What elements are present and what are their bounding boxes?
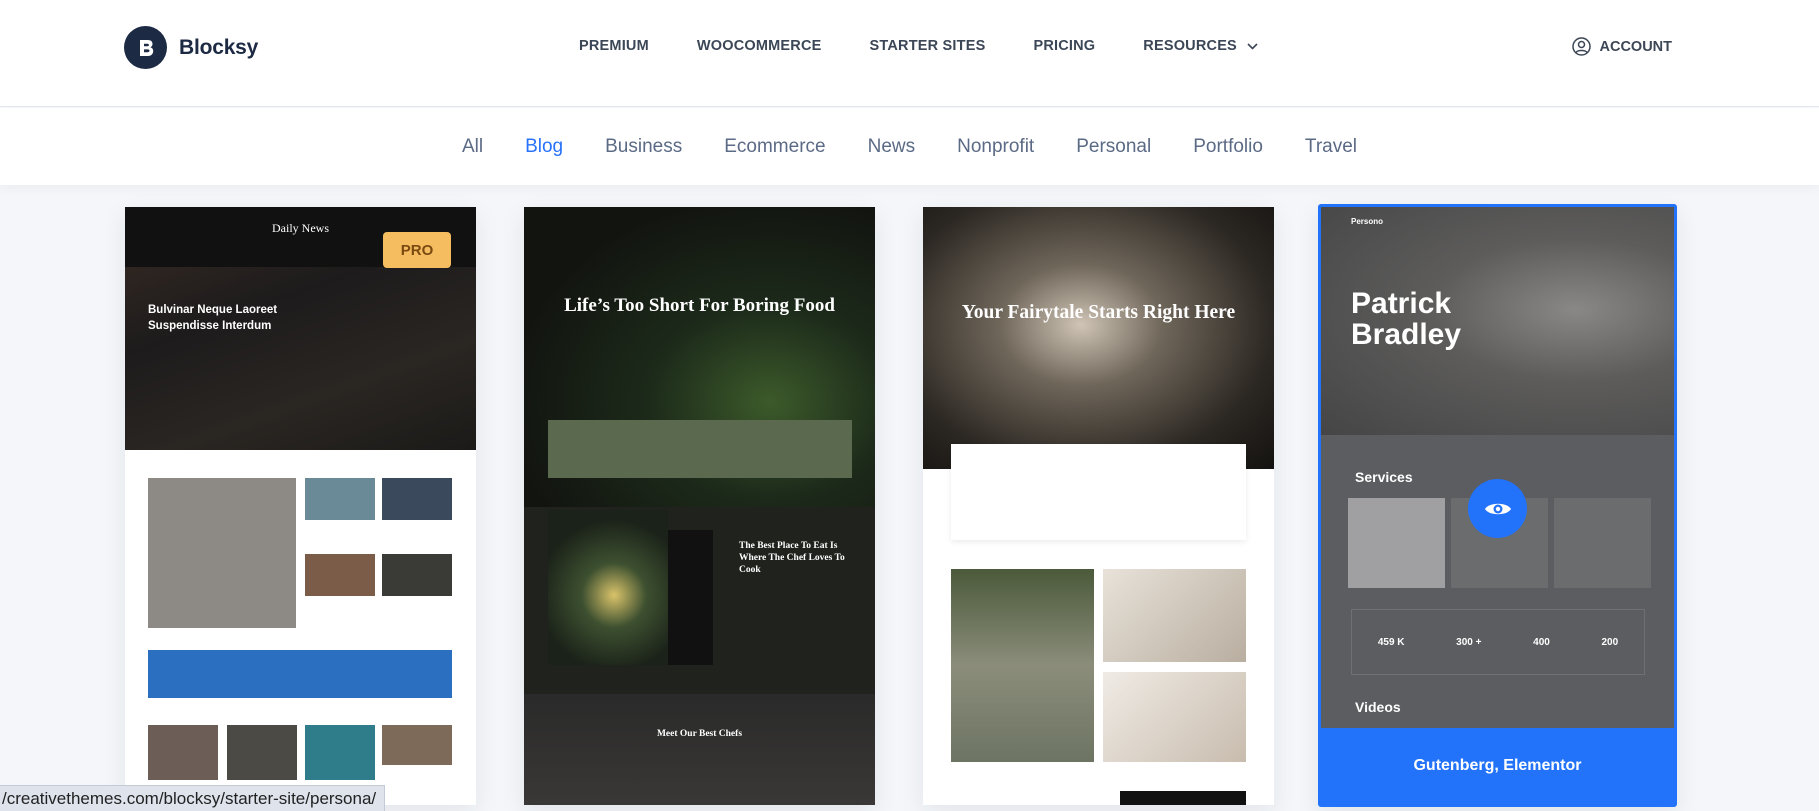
nav-item-premium[interactable]: PREMIUM (579, 38, 649, 54)
card-preview-videos-title: Videos (1355, 699, 1401, 715)
category-filter-bar: All Blog Business Ecommerce News Nonprof… (0, 108, 1819, 185)
card-preview-section-title: Meet Our Best Chefs (656, 729, 743, 739)
nav-item-pricing[interactable]: PRICING (1033, 38, 1095, 54)
nav-item-resources[interactable]: RESOURCES (1143, 38, 1258, 54)
card-preview-info-strip (548, 420, 852, 478)
filter-ecommerce[interactable]: Ecommerce (724, 136, 825, 158)
card-preview-title: Life’s Too Short For Boring Food (564, 295, 835, 316)
preview-eye-button[interactable] (1468, 479, 1527, 538)
preview-image (951, 569, 1094, 762)
filter-business[interactable]: Business (605, 136, 682, 158)
preview-image (305, 478, 375, 520)
preview-image (1103, 569, 1246, 662)
site-header: Blocksy PREMIUM WOOCOMMERCE STARTER SITE… (0, 0, 1819, 107)
user-circle-icon (1571, 37, 1591, 56)
filter-all[interactable]: All (462, 136, 483, 158)
nav-item-starter-sites[interactable]: STARTER SITES (870, 38, 986, 54)
logo-text: Blocksy (179, 35, 259, 59)
starter-site-card-restaurant[interactable]: Life’s Too Short For Boring Food The Bes… (524, 207, 875, 805)
preview-image (1120, 791, 1246, 805)
preview-image (548, 510, 668, 665)
logo[interactable]: Blocksy (124, 26, 258, 69)
nav-label: STARTER SITES (869, 38, 986, 54)
preview-image (227, 725, 297, 780)
preview-image (382, 554, 452, 596)
card-preview-feature-text: The Best Place To Eat Is Where The Chef … (739, 541, 845, 575)
card-preview-services-title: Services (1355, 469, 1413, 485)
chevron-down-icon (1247, 42, 1258, 50)
stat-value: 459 K (1377, 636, 1405, 648)
preview-banner (148, 650, 452, 698)
card-preview-headline: Bulvinar Neque Laoreet Suspendisse Inter… (148, 304, 278, 332)
status-bar-url: /creativethemes.com/blocksy/starter-site… (0, 785, 386, 811)
filter-portfolio[interactable]: Portfolio (1193, 136, 1263, 158)
filter-travel[interactable]: Travel (1305, 136, 1357, 158)
card-preview-stats: 459 K 300 + 400 200 (1351, 609, 1645, 675)
card-preview-hero (923, 207, 1274, 469)
nav-label: PREMIUM (579, 38, 649, 54)
name-line: Bradley (1351, 318, 1462, 351)
blocksy-logo-icon (124, 26, 167, 69)
pro-badge: PRO (383, 232, 451, 268)
starter-site-card-wedding[interactable]: Your Fairytale Starts Right Here (923, 207, 1274, 805)
preview-image (382, 478, 452, 520)
card-preview-section (524, 694, 875, 805)
filter-personal[interactable]: Personal (1076, 136, 1151, 158)
account-link[interactable]: ACCOUNT (1571, 37, 1673, 56)
preview-image (305, 554, 375, 596)
preview-image (148, 478, 296, 628)
card-preview-name: Patrick Bradley (1351, 288, 1461, 350)
preview-image (1103, 672, 1246, 762)
nav-label: RESOURCES (1143, 38, 1237, 54)
card-preview-brand: Persono (1351, 217, 1384, 226)
card-preview-text-box (951, 444, 1246, 540)
main-nav: PREMIUM WOOCOMMERCE STARTER SITES PRICIN… (579, 38, 1258, 54)
preview-image (305, 725, 375, 780)
preview-image (382, 725, 452, 765)
preview-service-box (1554, 498, 1651, 588)
eye-icon (1484, 503, 1511, 514)
filter-blog[interactable]: Blog (525, 136, 563, 158)
starter-site-card-daily-news[interactable]: Daily News PRO Bulvinar Neque Laoreet Su… (125, 207, 476, 805)
preview-service-box (1348, 498, 1445, 588)
preview-image (668, 530, 713, 665)
starter-site-card-persona[interactable]: Persono Patrick Bradley Services 459 K 3… (1318, 204, 1677, 807)
nav-label: WOOCOMMERCE (696, 38, 822, 54)
stat-value: 300 + (1456, 636, 1482, 648)
nav-label: PRICING (1033, 38, 1096, 54)
stat-value: 400 (1533, 636, 1550, 648)
card-preview-content (125, 450, 476, 805)
card-builder-footer[interactable]: Gutenberg, Elementor (1321, 728, 1674, 804)
preview-image (148, 725, 218, 780)
account-label: ACCOUNT (1599, 38, 1673, 55)
nav-item-woocommerce[interactable]: WOOCOMMERCE (697, 38, 822, 54)
card-preview-title: Your Fairytale Starts Right Here (961, 302, 1236, 323)
stat-value: 200 (1601, 636, 1619, 648)
name-line: Patrick (1351, 287, 1452, 320)
filter-news[interactable]: News (868, 136, 916, 158)
filter-nonprofit[interactable]: Nonprofit (957, 136, 1034, 158)
